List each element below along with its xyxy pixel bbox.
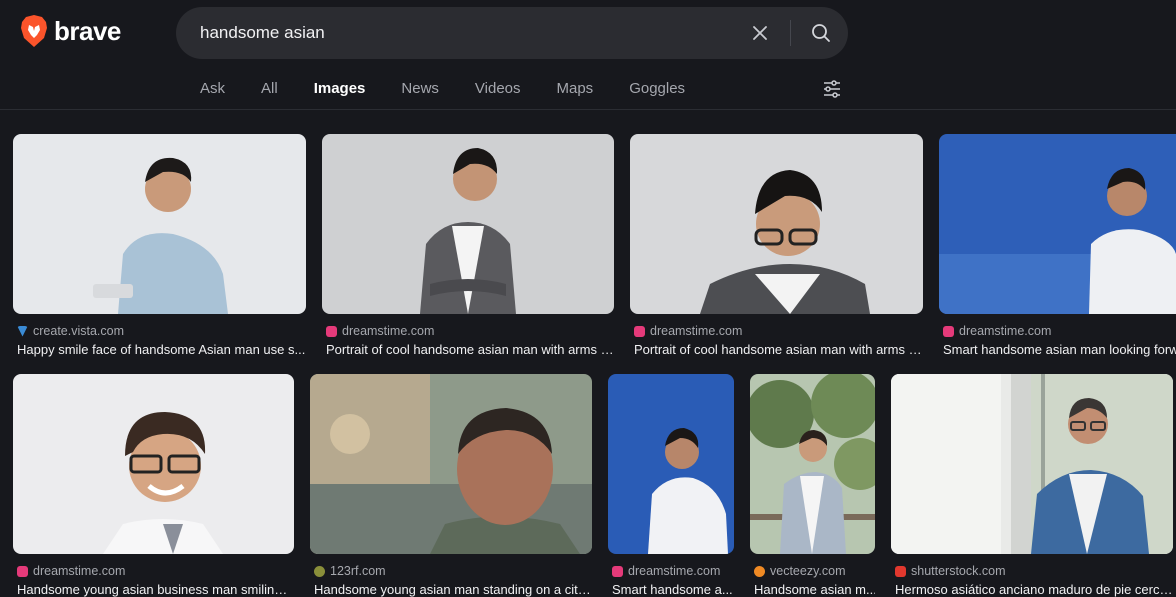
tab-maps[interactable]: Maps xyxy=(557,80,594,97)
image-result[interactable]: dreamstime.com Smart handsome asian man … xyxy=(939,134,1176,358)
result-thumbnail[interactable] xyxy=(13,134,306,314)
image-result[interactable]: dreamstime.com Smart handsome a... xyxy=(608,374,734,597)
tab-goggles[interactable]: Goggles xyxy=(629,80,685,97)
search-bar xyxy=(176,7,848,59)
result-source[interactable]: dreamstime.com xyxy=(943,324,1051,338)
image-result[interactable]: 123rf.com Handsome young asian man stand… xyxy=(310,374,592,597)
result-thumbnail[interactable] xyxy=(310,374,592,554)
tab-images[interactable]: Images xyxy=(314,80,366,97)
dreamstime-favicon-icon xyxy=(612,565,623,577)
result-source[interactable]: dreamstime.com xyxy=(326,324,434,338)
brave-lion-icon xyxy=(21,15,47,47)
tab-ask[interactable]: Ask xyxy=(200,80,225,97)
tab-all[interactable]: All xyxy=(261,80,278,97)
top-bar: brave Ask All Images News Videos Maps Go… xyxy=(0,0,1176,110)
brand-name: brave xyxy=(54,15,121,46)
search-input[interactable] xyxy=(200,21,720,45)
dreamstime-favicon-icon xyxy=(17,565,28,577)
tab-news[interactable]: News xyxy=(401,80,439,97)
result-thumbnail[interactable] xyxy=(939,134,1176,314)
result-thumbnail[interactable] xyxy=(630,134,923,314)
image-result[interactable]: shutterstock.com Hermoso asiático ancian… xyxy=(891,374,1173,597)
result-source[interactable]: shutterstock.com xyxy=(895,564,1005,578)
vecteezy-favicon-icon xyxy=(754,565,765,577)
result-caption[interactable]: Happy smile face of handsome Asian man u… xyxy=(17,342,306,357)
close-icon[interactable] xyxy=(750,23,770,43)
123rf-favicon-icon xyxy=(314,565,325,577)
dreamstime-favicon-icon xyxy=(326,325,337,337)
result-source[interactable]: dreamstime.com xyxy=(612,564,720,578)
result-source[interactable]: create.vista.com xyxy=(17,324,124,338)
search-tabs: Ask All Images News Videos Maps Goggles xyxy=(200,80,721,97)
vista-favicon-icon xyxy=(17,325,28,337)
filter-sliders-icon[interactable] xyxy=(822,80,842,98)
result-source[interactable]: dreamstime.com xyxy=(17,564,125,578)
result-source[interactable]: 123rf.com xyxy=(314,564,386,578)
image-result[interactable]: vecteezy.com Handsome asian m... xyxy=(750,374,875,597)
dreamstime-favicon-icon xyxy=(943,325,954,337)
search-icon[interactable] xyxy=(810,22,832,44)
image-result[interactable]: dreamstime.com Portrait of cool handsome… xyxy=(322,134,614,358)
result-caption[interactable]: Smart handsome asian man looking forwa xyxy=(943,342,1176,357)
tab-videos[interactable]: Videos xyxy=(475,80,521,97)
image-result[interactable]: create.vista.com Happy smile face of han… xyxy=(13,134,306,358)
brave-logo[interactable]: brave xyxy=(20,14,121,48)
dreamstime-favicon-icon xyxy=(634,325,645,337)
result-caption[interactable]: Portrait of cool handsome asian man with… xyxy=(634,342,923,357)
result-thumbnail[interactable] xyxy=(322,134,614,314)
result-source[interactable]: vecteezy.com xyxy=(754,564,846,578)
image-result[interactable]: dreamstime.com Portrait of cool handsome… xyxy=(630,134,923,358)
image-result[interactable]: dreamstime.com Handsome young asian busi… xyxy=(13,374,294,597)
search-divider xyxy=(790,20,791,46)
shutterstock-favicon-icon xyxy=(895,565,906,577)
result-thumbnail[interactable] xyxy=(750,374,875,554)
result-thumbnail[interactable] xyxy=(891,374,1173,554)
result-thumbnail[interactable] xyxy=(608,374,734,554)
result-thumbnail[interactable] xyxy=(13,374,294,554)
result-caption[interactable]: Portrait of cool handsome asian man with… xyxy=(326,342,614,357)
result-source[interactable]: dreamstime.com xyxy=(634,324,742,338)
